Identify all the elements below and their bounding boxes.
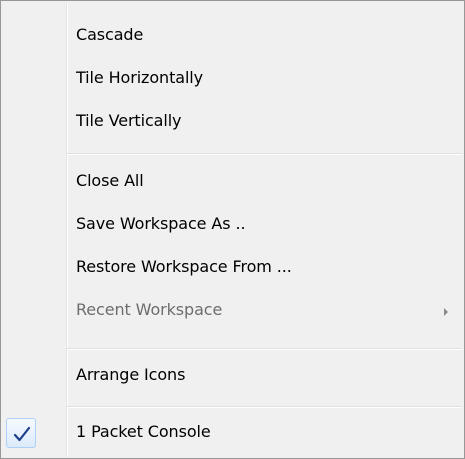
menu-separator (67, 153, 462, 154)
chevron-right-icon (444, 308, 448, 316)
menu-separator (67, 348, 462, 349)
menu-item-save-workspace-as[interactable]: Save Workspace As .. (3, 207, 462, 247)
menu-item-tile-vertically[interactable]: Tile Vertically (3, 104, 462, 144)
menu-item-cascade[interactable]: Cascade (3, 18, 462, 58)
checkmark-icon (13, 426, 31, 442)
menu-item-tile-horizontally[interactable]: Tile Horizontally (3, 61, 462, 101)
check-frame (6, 418, 36, 448)
menu-separator (67, 406, 462, 407)
menu-item-label: Arrange Icons (76, 365, 186, 384)
menu-item-label: 1 Packet Console (76, 422, 211, 441)
menu-item-recent-workspace[interactable]: Recent Workspace (3, 293, 462, 333)
menu-item-restore-workspace-from[interactable]: Restore Workspace From ... (3, 250, 462, 290)
menu-item-label: Restore Workspace From ... (76, 257, 292, 276)
menu-item-label: Tile Vertically (76, 111, 182, 130)
menu-item-arrange-icons[interactable]: Arrange Icons (3, 358, 462, 398)
menu-item-label: Cascade (76, 25, 144, 44)
window-context-menu: Cascade Tile Horizontally Tile Verticall… (0, 0, 465, 459)
menu-item-label: Tile Horizontally (76, 68, 204, 87)
menu-item-close-all[interactable]: Close All (3, 164, 462, 204)
menu-item-label: Close All (76, 171, 144, 190)
menu-item-label: Recent Workspace (76, 300, 223, 319)
menu-item-packet-console[interactable]: 1 Packet Console (3, 415, 462, 455)
menu-item-label: Save Workspace As .. (76, 214, 246, 233)
